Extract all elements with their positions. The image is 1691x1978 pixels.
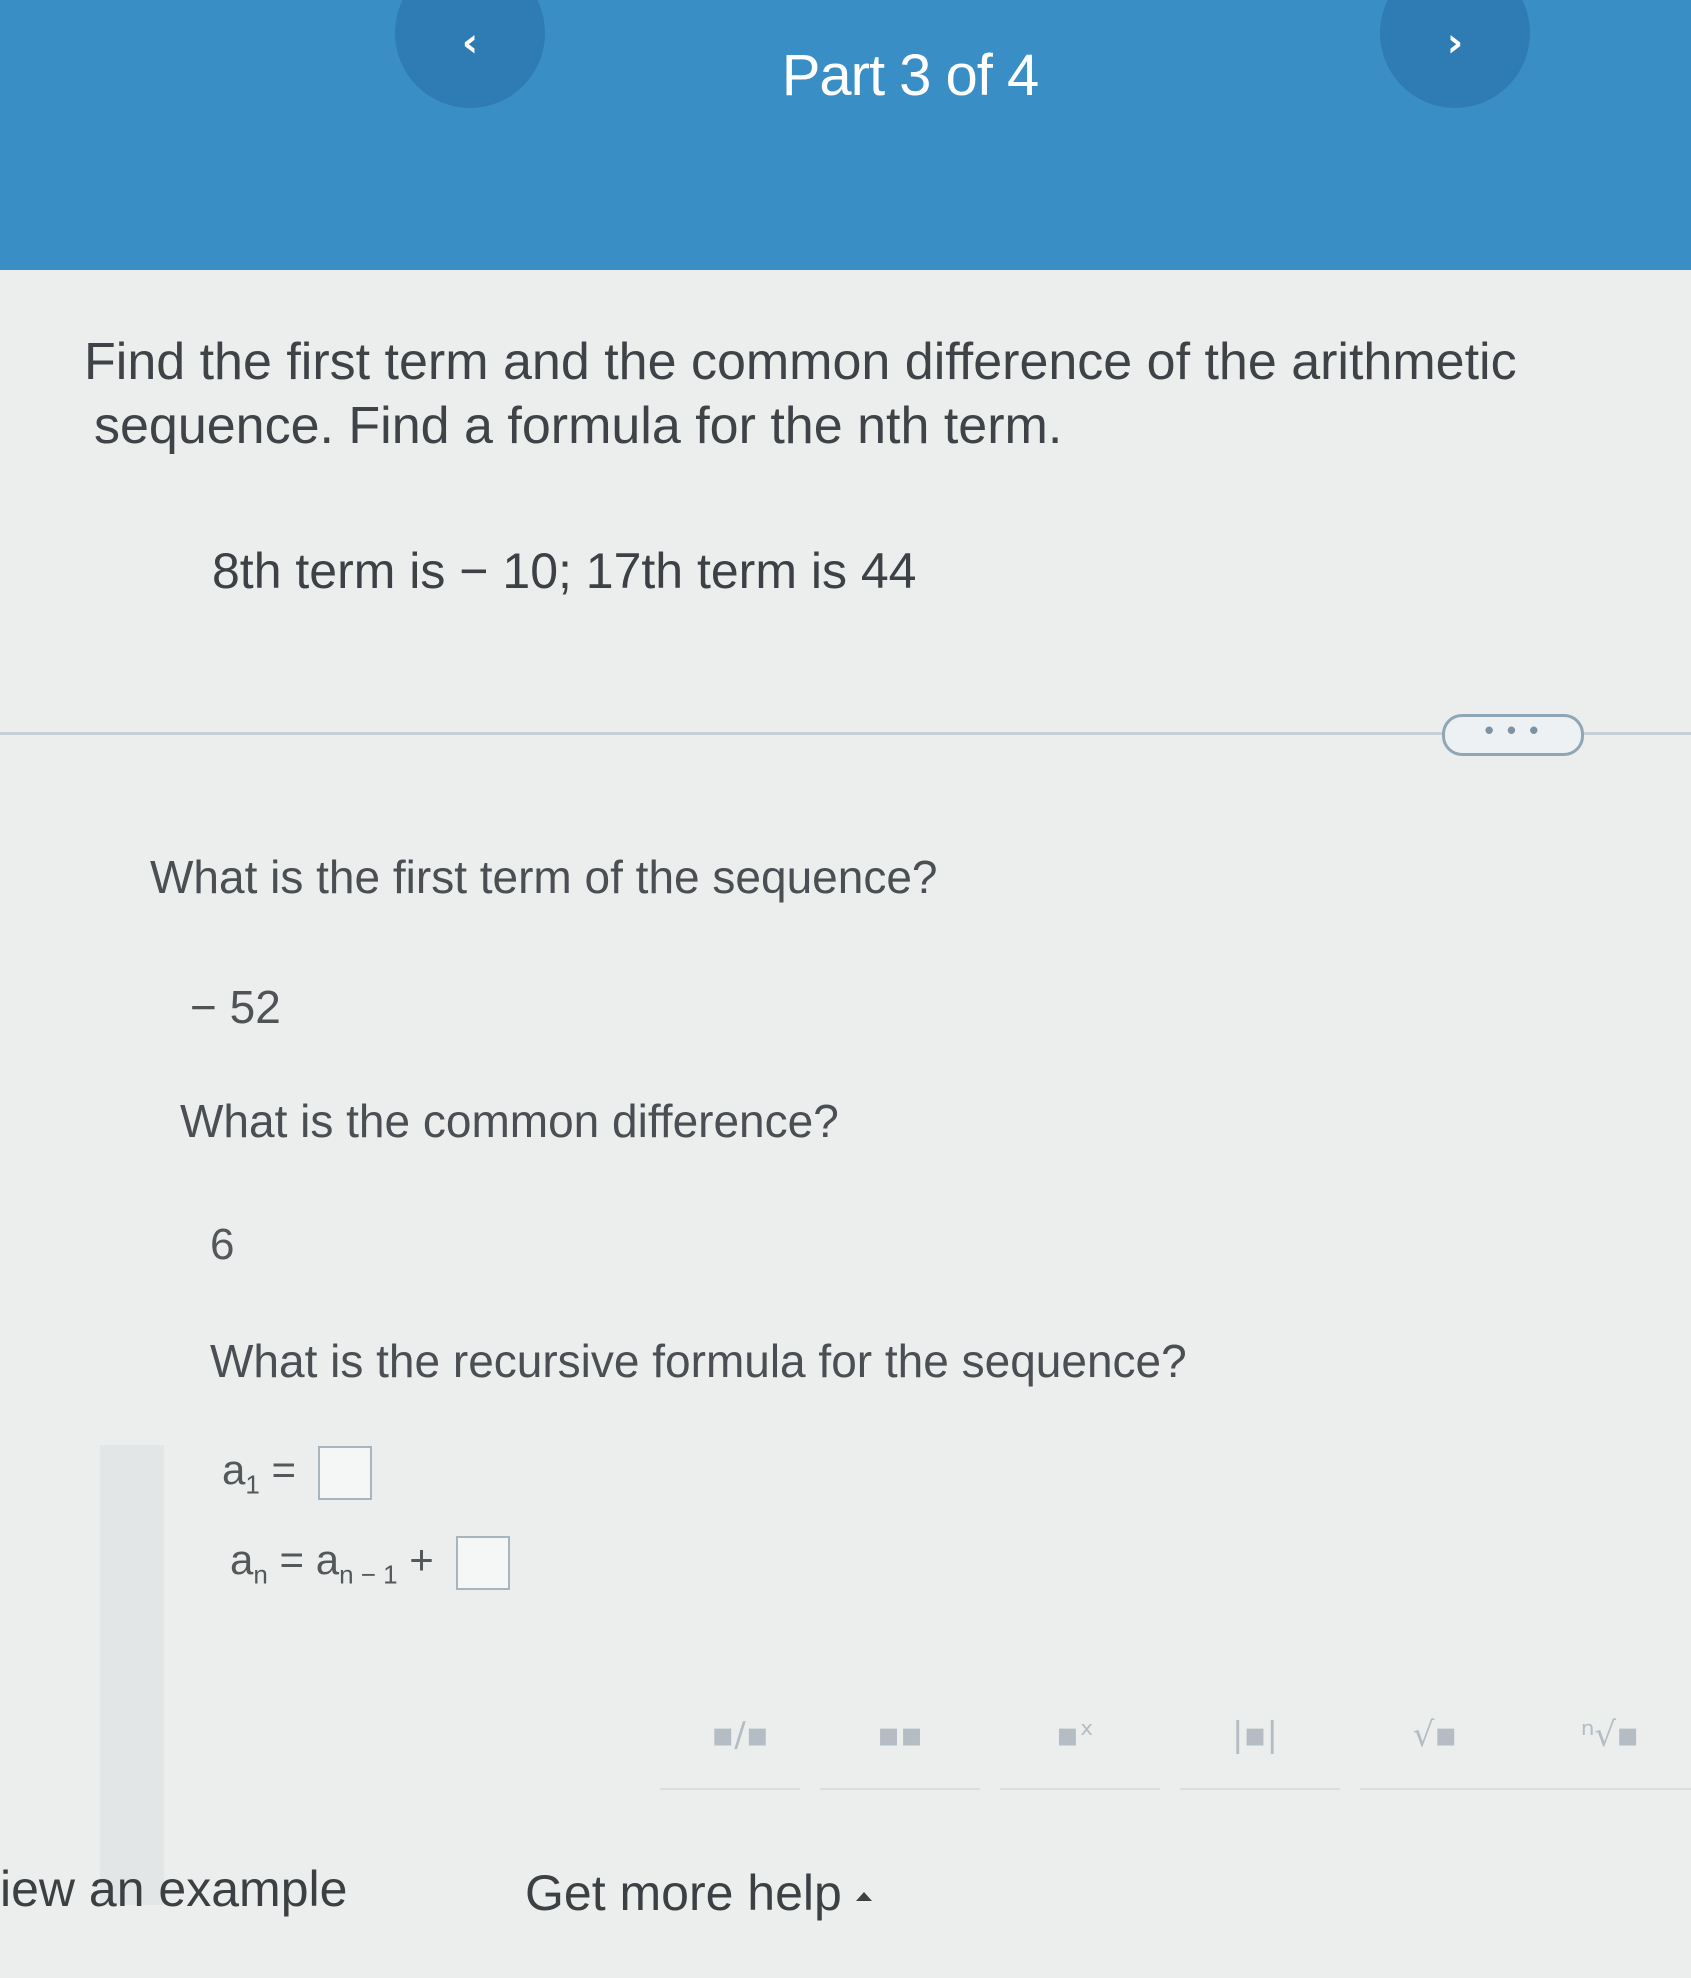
question-recursive-formula: What is the recursive formula for the se… [210,1335,1187,1387]
formula-an: an = an − 1 + [230,1536,510,1590]
prev-term-symbol: a [315,1536,340,1584]
question-common-difference: What is the common difference? [180,1095,839,1147]
view-example-link[interactable]: iew an example [0,1860,347,1918]
get-more-help-label: Get more help [525,1865,842,1921]
a1-answer-box[interactable] [317,1446,372,1500]
formula-a1: a1 = [222,1446,372,1500]
plus-sign: + [409,1536,434,1584]
prompt-line-1: Find the first term and the common diffe… [84,333,1517,391]
square-root-icon[interactable]: √▪ [1390,1690,1480,1780]
more-options-button[interactable]: • • • [1442,714,1584,756]
toolbar-separator [820,1788,980,1790]
an-symbol: a [230,1536,254,1584]
side-panel [100,1445,164,1905]
toolbar-separator [660,1788,800,1790]
answer-first-term: − 52 [190,981,281,1033]
toolbar-separator [1000,1788,1160,1790]
an-subscript: n [253,1559,268,1590]
divider [0,732,1691,735]
chevron-right-icon: › [1446,20,1464,66]
toolbar-separator [1180,1788,1340,1790]
prompt-line-2: sequence. Find a formula for the nth ter… [94,397,1063,455]
equals-sign: = [279,1536,305,1584]
fraction-icon[interactable]: ▪∕▪ [700,1690,780,1780]
mixed-number-icon[interactable]: ▪▪ [855,1690,945,1780]
caret-up-icon [855,1892,872,1902]
prev-term-subscript: n − 1 [339,1559,398,1590]
problem-prompt: Find the first term and the common diffe… [84,330,1691,458]
question-first-term: What is the first term of the sequence? [150,851,938,903]
get-more-help-link[interactable]: Get more help [525,1864,872,1922]
a1-subscript: 1 [245,1469,260,1500]
question-panel: Find the first term and the common diffe… [0,270,1691,1978]
equals-sign: = [271,1446,297,1494]
given-terms: 8th term is − 10; 17th term is 44 [212,543,917,599]
answer-common-difference: 6 [210,1220,235,1269]
math-toolbar: ▪∕▪ ▪▪ ▪ˣ |▪| √▪ ⁿ√▪ [660,1690,1691,1810]
a1-symbol: a [222,1446,246,1494]
toolbar-separator [1360,1788,1691,1790]
header-bar: ‹ Part 3 of 4 › [0,0,1691,270]
exponent-icon[interactable]: ▪ˣ [1030,1690,1120,1780]
absolute-value-icon[interactable]: |▪| [1210,1690,1300,1780]
difference-answer-box[interactable] [455,1536,510,1590]
nth-root-icon[interactable]: ⁿ√▪ [1560,1690,1660,1780]
